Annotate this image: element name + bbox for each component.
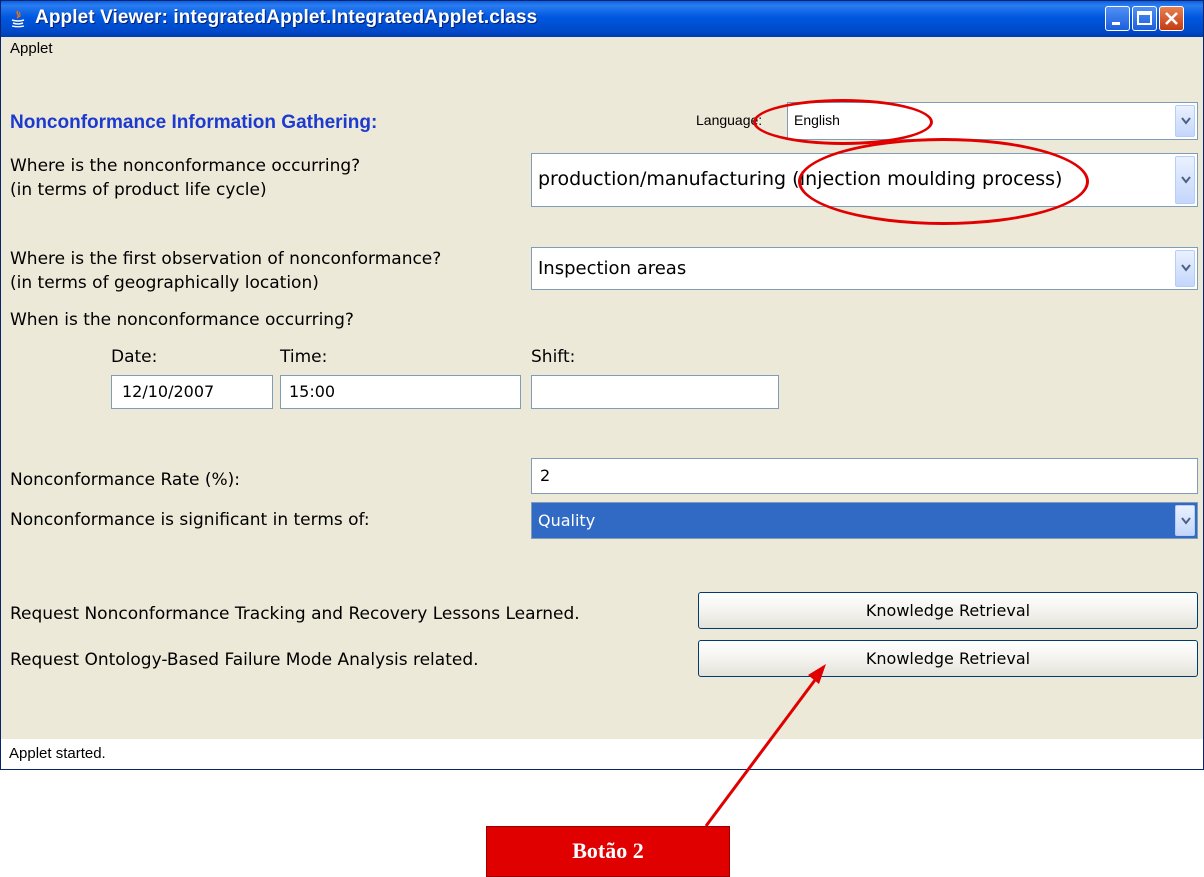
callout-label: Botão 2 [572, 838, 644, 863]
annotation-arrow [704, 664, 826, 827]
annotation-callout: Botão 2 [486, 826, 730, 877]
